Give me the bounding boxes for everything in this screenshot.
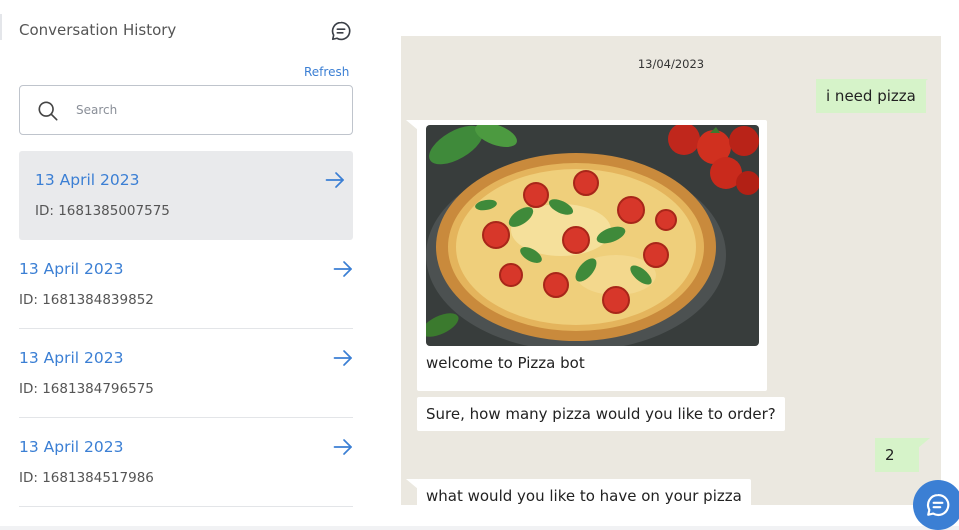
conversation-item[interactable]: 13 April 2023 ID: 1681384517986 <box>19 418 353 507</box>
bot-message: what would you like to have on your pizz… <box>417 479 751 505</box>
conversation-date: 13 April 2023 <box>19 438 124 456</box>
search-input[interactable] <box>76 98 336 122</box>
conversation-id: ID: 1681384796575 <box>19 381 154 397</box>
conversation-id: ID: 1681385007575 <box>35 203 170 219</box>
chat-window: 13/04/2023 i need pizza welcome to Pizza… <box>401 36 941 505</box>
chat-date: 13/04/2023 <box>637 57 705 71</box>
conversation-item[interactable]: 13 April 2023 ID: 1681385007575 <box>19 151 353 240</box>
bubble-tail <box>916 79 928 89</box>
bot-image-caption: welcome to Pizza bot <box>426 354 585 372</box>
bot-message: Sure, how many pizza would you like to o… <box>417 397 785 431</box>
chat-launcher-button[interactable] <box>913 480 959 530</box>
panel-title: Conversation History <box>19 21 177 39</box>
search-icon <box>38 101 58 121</box>
refresh-link[interactable]: Refresh <box>304 65 349 79</box>
arrow-right-icon[interactable] <box>333 260 353 278</box>
arrow-right-icon[interactable] <box>333 349 353 367</box>
arrow-right-icon[interactable] <box>325 171 345 189</box>
bubble-tail <box>918 438 930 448</box>
conversation-date: 13 April 2023 <box>35 171 140 189</box>
bot-image-message: welcome to Pizza bot <box>417 120 767 391</box>
search-box <box>19 85 353 135</box>
conversation-date: 13 April 2023 <box>19 349 124 367</box>
bottom-border <box>0 526 959 530</box>
conversation-item[interactable]: 13 April 2023 ID: 1681384796575 <box>19 329 353 418</box>
conversation-id: ID: 1681384839852 <box>19 292 154 308</box>
user-message: 2 <box>875 438 919 472</box>
conversation-date: 13 April 2023 <box>19 260 124 278</box>
conversation-list: 13 April 2023 ID: 1681385007575 13 April… <box>19 151 353 507</box>
conversation-item[interactable]: 13 April 2023 ID: 1681384839852 <box>19 240 353 329</box>
conversation-history-panel: Conversation History Refresh 13 April 20… <box>0 0 372 530</box>
conversation-id: ID: 1681384517986 <box>19 470 154 486</box>
pizza-photo <box>426 125 759 346</box>
arrow-right-icon[interactable] <box>333 438 353 456</box>
chat-bubble-icon <box>926 493 950 517</box>
user-message: i need pizza <box>816 79 926 113</box>
chat-bubble-icon[interactable] <box>330 20 352 42</box>
